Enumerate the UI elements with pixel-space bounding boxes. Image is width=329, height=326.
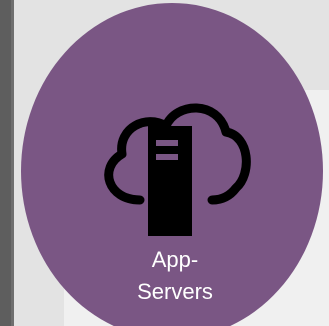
left-edge-bar	[0, 0, 14, 326]
node-label: App- Servers	[110, 244, 240, 308]
node-label-line1: App-	[151, 247, 199, 272]
node-label-line2: Servers	[137, 279, 213, 304]
cloud-server-icon	[104, 103, 251, 236]
server-slot-1	[156, 140, 178, 146]
server-slot-2	[156, 154, 178, 160]
canvas: App- Servers	[0, 0, 329, 326]
left-edge-stripe	[0, 0, 11, 326]
